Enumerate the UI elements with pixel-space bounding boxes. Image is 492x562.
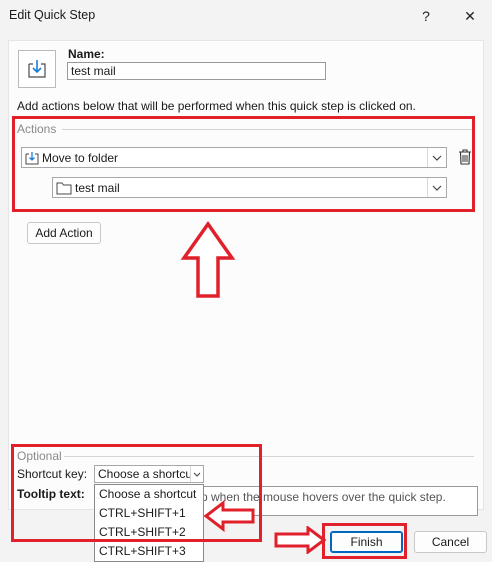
name-input[interactable]	[67, 62, 326, 80]
cancel-label: Cancel	[431, 535, 470, 549]
quick-step-icon-button[interactable]	[18, 50, 56, 88]
help-button[interactable]: ?	[406, 2, 446, 30]
move-to-folder-icon	[28, 60, 46, 78]
up-arrow-annotation	[180, 220, 236, 298]
actions-highlight-box	[12, 116, 475, 212]
right-arrow-annotation	[274, 526, 327, 554]
name-label: Name:	[68, 47, 105, 61]
window-title: Edit Quick Step	[9, 8, 96, 22]
cancel-button[interactable]: Cancel	[414, 531, 487, 553]
left-arrow-annotation	[203, 500, 255, 532]
finish-button[interactable]: Finish	[330, 531, 403, 553]
finish-label: Finish	[350, 535, 383, 549]
instructions-text: Add actions below that will be performed…	[17, 99, 416, 113]
add-action-button[interactable]: Add Action	[27, 222, 101, 244]
add-action-label: Add Action	[35, 226, 93, 240]
shortcut-option[interactable]: CTRL+SHIFT+3	[95, 542, 203, 561]
close-icon: ✕	[464, 7, 476, 24]
close-button[interactable]: ✕	[450, 2, 490, 30]
help-icon: ?	[422, 8, 430, 24]
title-bar: Edit Quick Step ? ✕	[0, 0, 492, 32]
